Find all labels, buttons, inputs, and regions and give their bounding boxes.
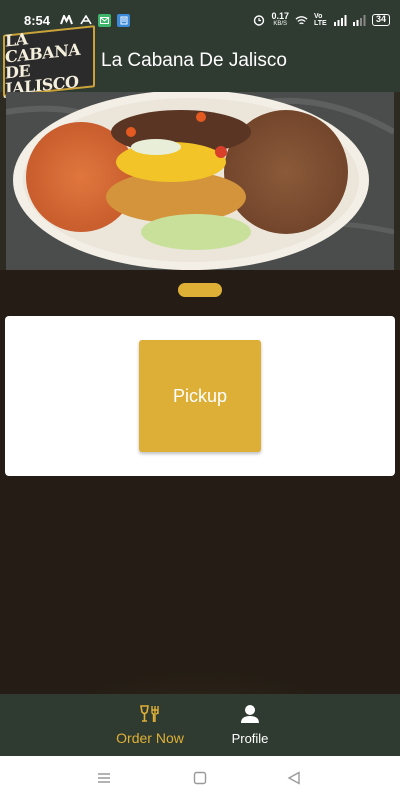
wifi-icon [295,14,308,27]
signal-2-icon [352,14,366,27]
notification-icons [60,13,131,27]
back-triangle-icon[interactable] [284,768,304,788]
person-icon [239,704,261,729]
net-speed: 0.17 KB/S [271,12,289,28]
carousel-indicator[interactable] [178,283,222,297]
app-title: La Cabana De Jalisco [101,50,287,71]
system-status-icons: 0.17 KB/S Vo LTE 34 [252,12,390,28]
menu-icon[interactable] [94,768,114,788]
battery-indicator: 34 [371,14,390,26]
network-label: Vo LTE [313,13,327,27]
restaurant-logo: LA CABANA DE JALISCO [3,25,95,99]
app-bar: LA CABANA DE JALISCO La Cabana De Jalisc… [0,25,400,99]
home-square-icon[interactable] [190,768,210,788]
app-blue-icon [117,13,131,27]
net-speed-unit: KB/S [273,21,288,27]
app-m-icon [60,14,73,27]
bottom-navigation: Order Now Profile [0,694,400,756]
nav-order-now[interactable]: Order Now [100,694,200,756]
order-type-card: Pickup [5,316,395,476]
alarm-icon [252,14,265,27]
nav-profile[interactable]: Profile [200,694,300,756]
fork-knife-glass-icon [139,704,161,728]
nav-order-now-label: Order Now [116,729,184,746]
mail-icon [98,13,112,27]
hero-food-image[interactable] [6,92,394,270]
net-speed-value: 0.17 [271,11,289,21]
nav-profile-label: Profile [231,731,269,746]
status-time: 8:54 [24,12,51,28]
system-navigation-bar [0,756,400,800]
signal-icon [333,14,347,27]
pickup-button[interactable]: Pickup [139,340,261,452]
